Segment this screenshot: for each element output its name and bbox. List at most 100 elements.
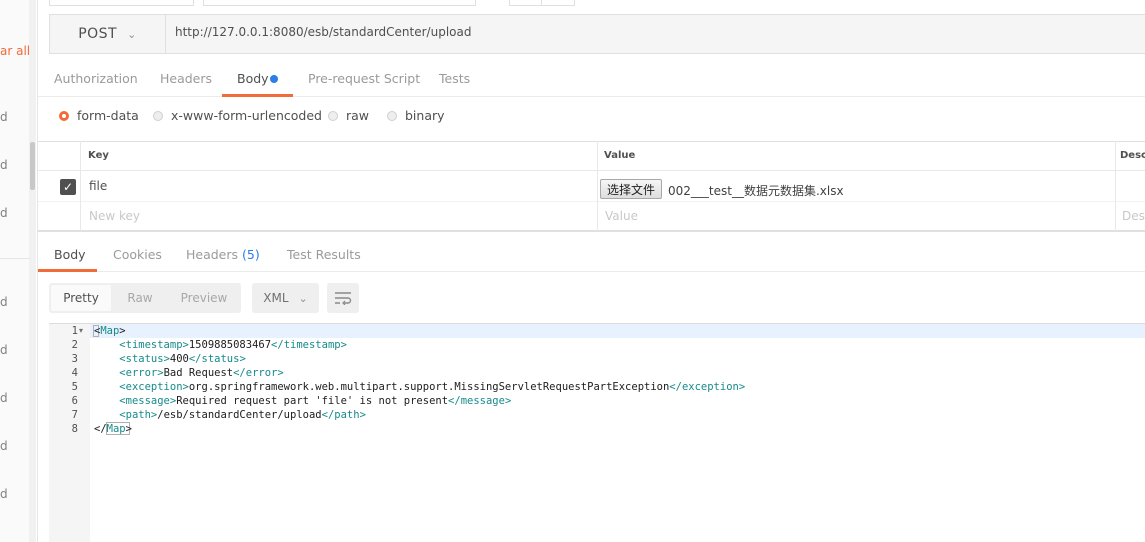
request-tab[interactable] bbox=[541, 0, 575, 6]
table-divider bbox=[80, 141, 81, 231]
chevron-down-icon: ⌄ bbox=[298, 291, 308, 305]
code-line: <path>/esb/standardCenter/upload</path> bbox=[94, 408, 366, 422]
clear-all-link[interactable]: ar all bbox=[0, 44, 30, 58]
xml-tag: Map bbox=[100, 325, 120, 337]
xml-tag: status bbox=[125, 353, 164, 365]
tab-cookies[interactable]: Cookies bbox=[113, 247, 162, 262]
tabs-divider bbox=[38, 271, 1145, 272]
radio-label: form-data bbox=[77, 108, 139, 123]
new-description-input[interactable]: Desc bbox=[1122, 209, 1145, 223]
history-item[interactable]: d bbox=[0, 110, 8, 124]
tab-pre-request-script[interactable]: Pre-request Script bbox=[308, 71, 420, 86]
sidebar-scroll-thumb[interactable] bbox=[30, 142, 35, 190]
history-item[interactable]: d bbox=[0, 343, 8, 357]
tab-response-body[interactable]: Body bbox=[54, 247, 86, 262]
xml-tag: timestamp bbox=[125, 339, 183, 351]
request-tab[interactable] bbox=[49, 0, 194, 6]
xml-tag: path bbox=[125, 409, 151, 421]
code-line: <message>Required request part 'file' is… bbox=[94, 394, 511, 408]
xml-value: Required request part 'file' is not pres… bbox=[176, 395, 449, 407]
language-label: XML bbox=[263, 291, 289, 305]
radio-binary[interactable]: binary bbox=[387, 108, 445, 123]
request-tab[interactable] bbox=[509, 0, 543, 6]
selected-file-name: 002___test__数据元数据集.xlsx bbox=[668, 184, 844, 198]
radio-raw[interactable]: raw bbox=[328, 108, 369, 123]
method-label: POST bbox=[78, 26, 118, 42]
tab-test-results[interactable]: Test Results bbox=[287, 247, 361, 262]
xml-tag: exception bbox=[125, 381, 183, 393]
pretty-button[interactable]: Pretty bbox=[51, 285, 111, 311]
history-separator bbox=[0, 258, 30, 259]
row-enabled-checkbox[interactable]: ✓ bbox=[60, 179, 76, 195]
line-number: 7 bbox=[71, 409, 78, 421]
line-number: 8 bbox=[71, 423, 78, 435]
radio-icon bbox=[328, 110, 338, 121]
radio-icon bbox=[387, 110, 397, 121]
history-item[interactable]: d bbox=[0, 487, 8, 501]
radio-x-www-form-urlencoded[interactable]: x-www-form-urlencoded bbox=[153, 108, 322, 123]
active-tab-indicator bbox=[222, 94, 293, 97]
response-divider bbox=[38, 231, 1145, 232]
xml-tag: error bbox=[245, 367, 278, 379]
tab-authorization[interactable]: Authorization bbox=[54, 71, 138, 86]
xml-tag: timestamp bbox=[283, 339, 341, 351]
tab-body[interactable]: Body bbox=[237, 71, 269, 86]
active-tab-indicator bbox=[38, 269, 97, 272]
line-number: 5 bbox=[71, 381, 78, 393]
line-number: 1 bbox=[71, 325, 78, 337]
line-number: 2 bbox=[71, 339, 78, 351]
param-key[interactable]: file bbox=[89, 179, 107, 193]
preview-button[interactable]: Preview bbox=[170, 283, 238, 313]
history-item[interactable]: d bbox=[0, 158, 8, 172]
language-select[interactable]: XML ⌄ bbox=[252, 283, 319, 313]
radio-selected-icon bbox=[59, 110, 69, 121]
code-line: <exception>org.springframework.web.multi… bbox=[94, 380, 745, 394]
new-key-input[interactable]: New key bbox=[89, 209, 140, 223]
code-line: <timestamp>1509885083467</timestamp> bbox=[94, 338, 347, 352]
xml-tag: path bbox=[334, 409, 360, 421]
xml-value: 400 bbox=[169, 353, 189, 365]
xml-value: org.springframework.web.multipart.suppor… bbox=[188, 381, 670, 393]
xml-tag: Map bbox=[106, 423, 126, 435]
request-tab[interactable] bbox=[203, 0, 476, 6]
choose-file-button[interactable]: 选择文件 bbox=[600, 179, 663, 199]
code-line: <status>400</status> bbox=[94, 352, 245, 366]
checkmark-icon: ✓ bbox=[62, 180, 74, 194]
wrap-lines-button[interactable] bbox=[327, 283, 359, 313]
radio-form-data[interactable]: form-data bbox=[59, 108, 139, 123]
tab-response-headers[interactable]: Headers (5) bbox=[186, 247, 260, 262]
history-item[interactable]: d bbox=[0, 439, 8, 453]
line-number: 3 bbox=[71, 353, 78, 365]
radio-label: binary bbox=[405, 108, 445, 123]
tab-tests[interactable]: Tests bbox=[439, 71, 470, 86]
history-item[interactable]: d bbox=[0, 206, 8, 220]
method-select[interactable]: POST ⌄ bbox=[50, 15, 166, 53]
history-item[interactable]: d bbox=[0, 391, 8, 405]
table-divider bbox=[38, 201, 1145, 202]
sidebar-scrollbar[interactable] bbox=[29, 0, 36, 542]
xml-tag: status bbox=[201, 353, 240, 365]
code-line: </Map> bbox=[94, 423, 132, 435]
table-divider bbox=[597, 141, 598, 231]
code-line: <Map> bbox=[94, 325, 126, 337]
headers-count-badge: (5) bbox=[242, 247, 260, 262]
table-divider bbox=[1115, 141, 1116, 231]
history-item[interactable]: d bbox=[0, 295, 8, 309]
url-input[interactable]: http://127.0.0.1:8080/esb/standardCenter… bbox=[175, 25, 471, 39]
fold-arrow-icon[interactable]: ▾ bbox=[79, 326, 83, 335]
xml-tag: message bbox=[460, 395, 505, 407]
raw-button[interactable]: Raw bbox=[118, 283, 162, 313]
radio-label: raw bbox=[346, 108, 370, 123]
new-value-input[interactable]: Value bbox=[605, 209, 638, 223]
xml-value: Bad Request bbox=[163, 367, 234, 379]
xml-value: 1509885083467 bbox=[188, 339, 272, 351]
line-number: 6 bbox=[71, 395, 78, 407]
tab-headers[interactable]: Headers bbox=[160, 71, 212, 86]
sidebar bbox=[0, 0, 30, 542]
